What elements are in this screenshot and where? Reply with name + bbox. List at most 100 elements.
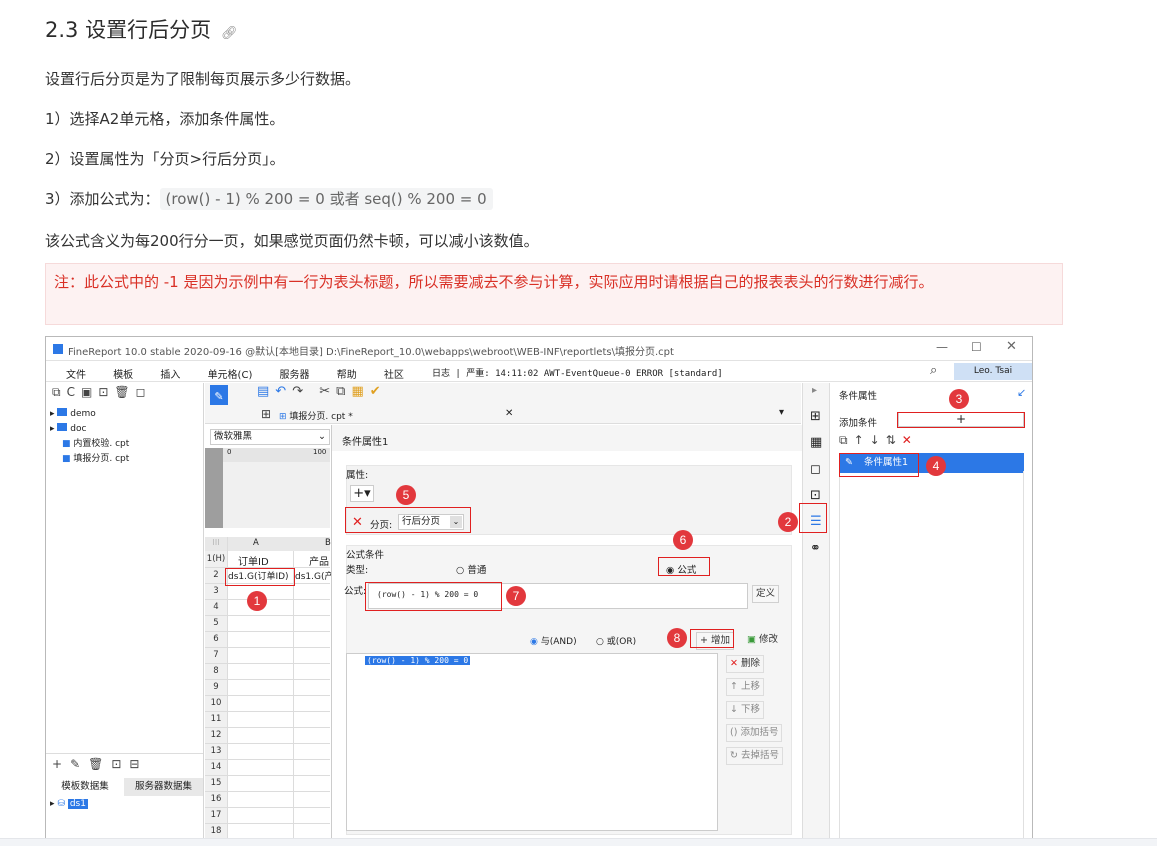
tree-item-file[interactable]: ■ 填报分页. cpt [50,452,129,467]
tab-server-dataset[interactable]: 服务器数据集 [124,778,203,796]
move-up-button[interactable]: ↑ 上移 [726,678,764,696]
redo-icon[interactable]: ↷ [292,384,309,399]
grid-icon[interactable]: ⊞ [261,407,271,421]
minimize-icon[interactable]: — [936,340,948,354]
paste-icon[interactable]: ▦ [351,384,369,399]
param-icon[interactable]: ⊟ [129,757,147,771]
row-header[interactable]: 18 [205,826,227,836]
undo-icon[interactable]: ↶ [275,384,292,399]
search-icon[interactable]: ⌕ [930,363,937,378]
locate-icon[interactable]: ⊡ [98,385,114,399]
define-button[interactable]: 定义 [752,585,780,603]
col-header-b[interactable]: B [325,538,331,548]
menu-cell[interactable]: 单元格(C) [208,370,253,381]
row-header[interactable]: 4 [205,602,227,612]
preview-icon[interactable]: ⊡ [111,757,129,771]
tab-file[interactable]: ⊞ 填报分页. cpt * [279,409,353,422]
row-header[interactable]: 13 [205,746,227,756]
dock-icon[interactable]: ↙ [1017,386,1026,399]
close-icon[interactable]: ✕ [1006,339,1017,354]
hyperlink-icon[interactable]: ⚭ [810,541,821,556]
form-widget-icon[interactable]: ⊡ [810,488,821,503]
tab-menu-icon[interactable]: ▾ [779,407,784,418]
move-down-button[interactable]: ↓ 下移 [726,701,764,719]
row-header[interactable]: 9 [205,682,227,692]
menu-community[interactable]: 社区 [384,370,404,381]
col-header-a[interactable]: A [253,538,259,548]
save-icon[interactable]: ▤ [257,384,275,399]
user-badge[interactable]: Leo. Tsai [954,363,1032,380]
refresh-icon[interactable]: C [67,385,81,399]
menu-template[interactable]: 模板 [113,370,133,381]
row-divider [205,711,330,712]
condition-list-item[interactable]: (row() - 1) % 200 = 0 [365,656,471,665]
tab-close-icon[interactable]: ✕ [505,408,513,419]
tree-item-doc[interactable]: ▸ doc [50,422,129,437]
badge-8: 8 [667,628,687,648]
row-header[interactable]: 11 [205,714,227,724]
cut-icon[interactable]: ✂ [319,384,336,399]
row-header[interactable]: 10 [205,698,227,708]
add-dataset-icon[interactable]: + [52,757,70,771]
edit-toolbar: ▤↶↷ ✂⧉▦✔ [257,384,387,399]
cell-attr-icon[interactable]: ⊞ [810,409,821,424]
remove-bracket-button[interactable]: ↻ 去掉括号 [726,747,783,765]
delete-cond-icon[interactable]: ✕ [902,433,918,447]
condition-list[interactable]: (row() - 1) % 200 = 0 [346,653,718,831]
link-icon[interactable]: 🔗︎ [221,26,238,41]
edit-icon[interactable]: ✎ [70,757,88,771]
cell-a1[interactable]: 订单ID [238,553,269,568]
row-header[interactable]: 14 [205,762,227,772]
copy-cond-icon[interactable]: ⧉ [839,433,854,447]
row-header[interactable]: 2 [205,570,227,580]
grid-corner: ⁝⁝⁝ [212,538,220,547]
type-normal-radio[interactable]: ○ 普通 [456,562,486,576]
tree-item-file[interactable]: ■ 内置校验. cpt [50,437,129,452]
row-header[interactable]: 8 [205,666,227,676]
delete-condition-button[interactable]: ✕ 删除 [726,655,765,673]
cell-b1[interactable]: 产品 [309,553,329,568]
tree-item-demo[interactable]: ▸ demo [50,407,129,422]
cell-element-icon[interactable]: ▦ [810,435,822,450]
row-header[interactable]: 7 [205,650,227,660]
move-down-icon[interactable]: ↓ [870,433,886,447]
row-header[interactable]: 15 [205,778,227,788]
cell-b2[interactable]: ds1.G(产 [295,569,333,582]
row-header[interactable]: 3 [205,586,227,596]
format-brush-icon[interactable]: ✔ [370,384,387,399]
move-up-icon[interactable]: ↑ [854,433,870,447]
font-select[interactable]: 微软雅黑 ⌄ [210,429,330,445]
row-header[interactable]: 17 [205,810,227,820]
row-header[interactable]: 6 [205,634,227,644]
highlight-formula-radio [658,557,710,576]
row-header[interactable]: 16 [205,794,227,804]
copy-icon[interactable]: ⧉ [336,384,351,399]
menu-server[interactable]: 服务器 [280,370,310,381]
dataset-item[interactable]: ▸ ⛁ ds1 [50,799,88,809]
menu-insert[interactable]: 插入 [160,370,180,381]
delete-dataset-icon[interactable]: 🗑︎ [88,757,111,771]
row-divider [205,807,330,808]
row-header[interactable]: 1(H) [205,554,227,564]
and-radio[interactable]: ◉ 与(AND) [530,634,577,647]
maximize-icon[interactable]: ☐ [971,340,982,354]
tree-icon[interactable]: ▣ [81,385,98,399]
add-attr-button[interactable]: +▾ [350,485,374,502]
row-header[interactable]: 5 [205,618,227,628]
row-header[interactable]: 12 [205,730,227,740]
menu-help[interactable]: 帮助 [337,370,357,381]
formula-label: 公式: [344,586,367,597]
collapse-icon[interactable]: ◻ [136,385,152,399]
expand-icon[interactable]: ▸ [812,385,817,396]
sort-icon[interactable]: ⇅ [886,433,902,447]
or-radio[interactable]: ○ 或(OR) [596,634,636,647]
menu-file[interactable]: 文件 [66,370,86,381]
add-bracket-button[interactable]: () 添加括号 [726,724,783,742]
delete-icon[interactable]: 🗑︎ [114,385,135,399]
step-2: 2）设置属性为「分页>行后分页」。 [45,150,285,168]
widget-icon[interactable]: ◻ [810,462,821,477]
new-folder-icon[interactable]: ⧉ [52,385,67,399]
modify-button[interactable]: ▣ 修改 [744,632,781,648]
tab-template-dataset[interactable]: 模板数据集 [46,778,124,796]
cond-toolbar: ⧉↑↓⇅✕ [839,433,918,448]
